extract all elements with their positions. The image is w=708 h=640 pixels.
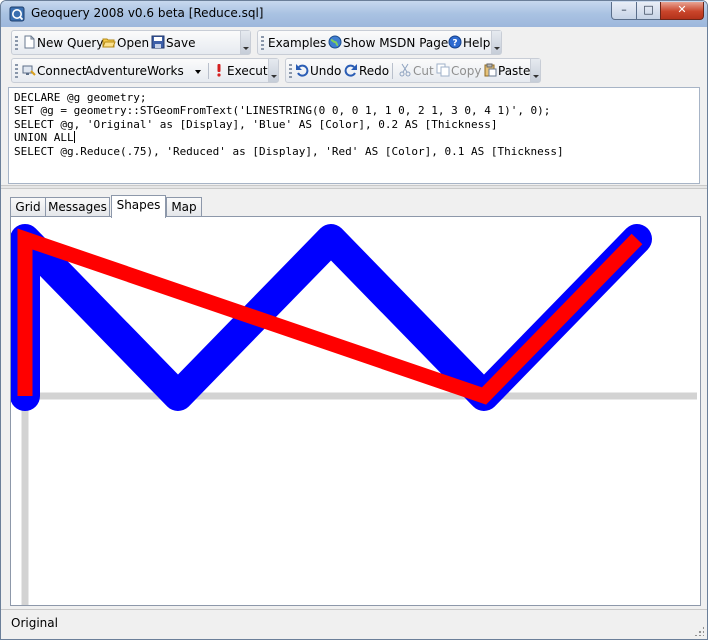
shapes-panel[interactable]: [10, 216, 701, 606]
paste-label: Paste: [498, 64, 531, 78]
sql-line: SELECT @g, 'Original' as [Display], 'Blu…: [14, 117, 498, 131]
redo-label: Redo: [359, 64, 390, 78]
globe-icon: [328, 35, 342, 49]
copy-button[interactable]: Copy: [436, 63, 481, 80]
save-label: Save: [166, 36, 196, 50]
tab-map[interactable]: Map: [166, 197, 202, 217]
status-bar: Original: [1, 609, 707, 639]
undo-button[interactable]: Undo: [295, 63, 341, 80]
connect-label: Connect: [37, 64, 87, 78]
file-toolbar: New Query Open Save: [11, 30, 251, 55]
examples-label: Examples: [268, 36, 327, 50]
status-text: Original: [11, 616, 58, 630]
sql-line: UNION ALL: [14, 131, 74, 145]
examples-button[interactable]: Examples: [268, 35, 326, 52]
maximize-button[interactable]: □: [636, 2, 661, 20]
toolbar-separator: [208, 63, 209, 79]
connect-button[interactable]: Connect: [22, 63, 87, 80]
toolbar-grip[interactable]: [15, 64, 18, 78]
open-button[interactable]: Open: [102, 35, 149, 52]
resize-grip[interactable]: [694, 626, 704, 636]
tab-shapes[interactable]: Shapes: [111, 195, 166, 218]
save-disk-icon: [151, 35, 165, 49]
copy-label: Copy: [451, 64, 482, 78]
sql-line-with-caret: UNION ALL: [14, 131, 694, 144]
connect-icon: [22, 63, 36, 77]
sql-line: SELECT @g.Reduce(.75), 'Reduced' as [Dis…: [14, 144, 564, 158]
help-label: Help: [463, 36, 491, 50]
folder-open-icon: [102, 35, 116, 49]
toolbar-grip[interactable]: [15, 36, 18, 50]
tab-messages[interactable]: Messages: [45, 197, 110, 217]
toolbar-overflow-button[interactable]: [268, 59, 278, 82]
editor-results-splitter[interactable]: [1, 185, 707, 189]
help-button[interactable]: ? Help: [448, 35, 490, 52]
sql-line: DECLARE @g geometry;: [14, 91, 147, 104]
show-msdn-button[interactable]: Show MSDN Page: [328, 35, 448, 52]
paste-clipboard-icon: [483, 63, 497, 77]
cut-button[interactable]: Cut: [398, 63, 434, 80]
toolbar-grip[interactable]: [289, 64, 292, 78]
toolbar-grip[interactable]: [261, 36, 264, 50]
window-title: Geoquery 2008 v0.6 beta [Reduce.sql]: [31, 6, 264, 20]
new-document-icon: [22, 35, 36, 49]
copy-icon: [436, 63, 450, 77]
minimize-button[interactable]: –: [611, 2, 637, 20]
shapes-canvas: [11, 224, 697, 605]
open-label: Open: [117, 36, 150, 50]
redo-icon: [344, 63, 358, 77]
new-query-label: New Query: [37, 36, 104, 50]
app-window: Geoquery 2008 v0.6 beta [Reduce.sql] – □…: [0, 0, 708, 640]
help-icon: ?: [448, 35, 462, 49]
edit-toolbar: Undo Redo Cut Copy Paste: [285, 58, 541, 83]
connection-toolbar: Connect AdventureWorks Execute: [11, 58, 279, 83]
title-bar[interactable]: Geoquery 2008 v0.6 beta [Reduce.sql] – □…: [1, 1, 707, 27]
execute-button[interactable]: Execute: [212, 63, 275, 80]
tab-grid[interactable]: Grid: [10, 197, 46, 217]
text-caret: [73, 131, 75, 144]
toolbar-overflow-button[interactable]: [491, 31, 501, 54]
toolbar-separator: [392, 63, 393, 79]
sql-line: SET @g = geometry::STGeomFromText('LINES…: [14, 104, 551, 118]
redo-button[interactable]: Redo: [344, 63, 389, 80]
toolbar-overflow-button[interactable]: [240, 31, 250, 54]
cut-label: Cut: [413, 64, 434, 78]
app-icon: [9, 6, 25, 22]
database-select[interactable]: AdventureWorks: [85, 62, 205, 80]
new-query-button[interactable]: New Query: [22, 35, 103, 52]
undo-icon: [295, 63, 309, 77]
sql-editor[interactable]: DECLARE @g geometry; SET @g = geometry::…: [8, 87, 700, 184]
svg-text:?: ?: [452, 39, 457, 49]
help-toolbar: Examples Show MSDN Page ? Help: [257, 30, 502, 55]
execute-exclamation-icon: [212, 63, 226, 77]
database-select-value: AdventureWorks: [85, 64, 184, 78]
close-button[interactable]: ✕: [660, 2, 704, 20]
toolbar-overflow-button[interactable]: [530, 59, 540, 82]
scissors-icon: [398, 63, 412, 77]
undo-label: Undo: [310, 64, 342, 78]
chevron-down-icon[interactable]: [195, 70, 201, 74]
show-msdn-label: Show MSDN Page: [343, 36, 449, 50]
save-button[interactable]: Save: [151, 35, 195, 52]
paste-button[interactable]: Paste: [483, 63, 530, 80]
